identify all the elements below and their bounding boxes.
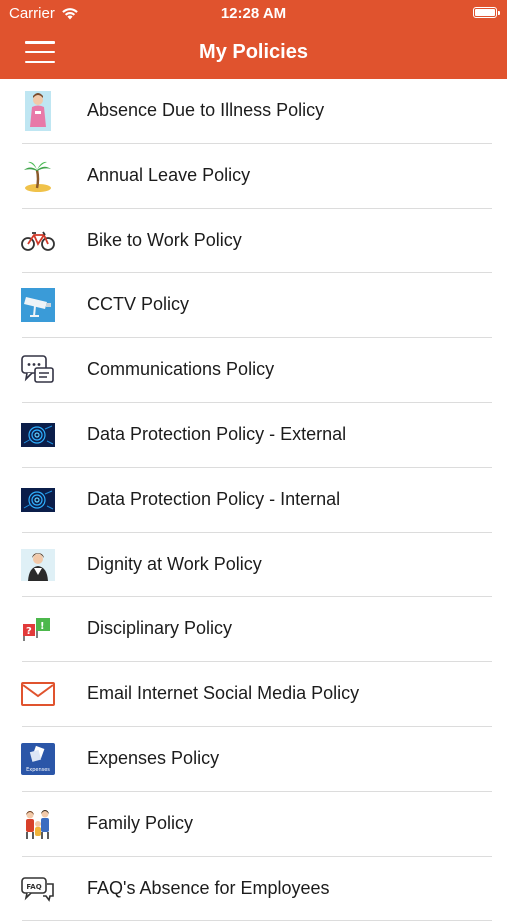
expenses-icon: Expenses [21, 742, 55, 776]
policy-label: Family Policy [87, 812, 194, 833]
list-item[interactable]: Data Protection Policy - External [0, 403, 507, 468]
faq-bubble-icon: FAQ [21, 872, 55, 906]
list-item[interactable]: ? ! Disciplinary Policy [0, 597, 507, 662]
policy-list: Absence Due to Illness Policy Annual Lea… [0, 79, 507, 921]
policy-label: Dignity at Work Policy [87, 553, 262, 574]
status-bar: Carrier 12:28 AM [0, 0, 507, 28]
warning-flags-icon: ? ! [21, 612, 55, 646]
battery-nub [498, 11, 500, 15]
battery-icon [473, 7, 500, 18]
family-icon [21, 807, 55, 841]
policy-label: FAQ's Absence for Employees [87, 877, 330, 898]
list-item[interactable]: Communications Policy [0, 338, 507, 403]
envelope-icon [21, 677, 55, 711]
policy-label: Email Internet Social Media Policy [87, 683, 360, 704]
list-item[interactable]: Family Policy [0, 792, 507, 857]
sick-person-icon [21, 91, 55, 131]
policy-label: Data Protection Policy - External [87, 423, 347, 444]
chat-bubbles-icon [21, 353, 55, 387]
policy-label: Disciplinary Policy [87, 618, 233, 639]
list-item[interactable]: Annual Leave Policy [0, 144, 507, 209]
policy-label: Annual Leave Policy [87, 164, 251, 185]
svg-text:!: ! [40, 621, 45, 632]
list-item[interactable]: Expenses Expenses Policy [0, 727, 507, 792]
policy-label: Communications Policy [87, 359, 275, 380]
list-item[interactable]: Email Internet Social Media Policy [0, 662, 507, 727]
faq-icon-text: FAQ [26, 883, 41, 891]
list-item[interactable]: FAQ FAQ's Absence for Employees [0, 857, 507, 921]
policy-label: Expenses Policy [87, 747, 220, 768]
data-fingerprint-icon [21, 483, 55, 517]
svg-text:?: ? [26, 626, 32, 637]
battery-level [475, 9, 495, 16]
list-item[interactable]: Dignity at Work Policy [0, 533, 507, 598]
status-time: 12:28 AM [220, 5, 287, 22]
policy-label: Absence Due to Illness Policy [87, 100, 325, 120]
list-item[interactable]: Absence Due to Illness Policy [0, 79, 507, 144]
policy-label: Bike to Work Policy [87, 229, 242, 250]
cctv-camera-icon [21, 288, 55, 323]
list-item[interactable]: Data Protection Policy - Internal [0, 468, 507, 533]
data-fingerprint-icon [21, 418, 55, 452]
worker-icon [21, 548, 55, 582]
page-title: My Policies [199, 41, 308, 63]
policy-label: CCTV Policy [87, 294, 190, 315]
bicycle-icon [21, 224, 55, 258]
list-item[interactable]: Bike to Work Policy [0, 209, 507, 274]
palm-island-icon [21, 159, 55, 193]
policy-label: Data Protection Policy - Internal [87, 488, 341, 509]
expenses-icon-text: Expenses [26, 767, 50, 773]
list-item[interactable]: CCTV Policy [0, 273, 507, 338]
nav-bar: My Policies [0, 28, 507, 79]
